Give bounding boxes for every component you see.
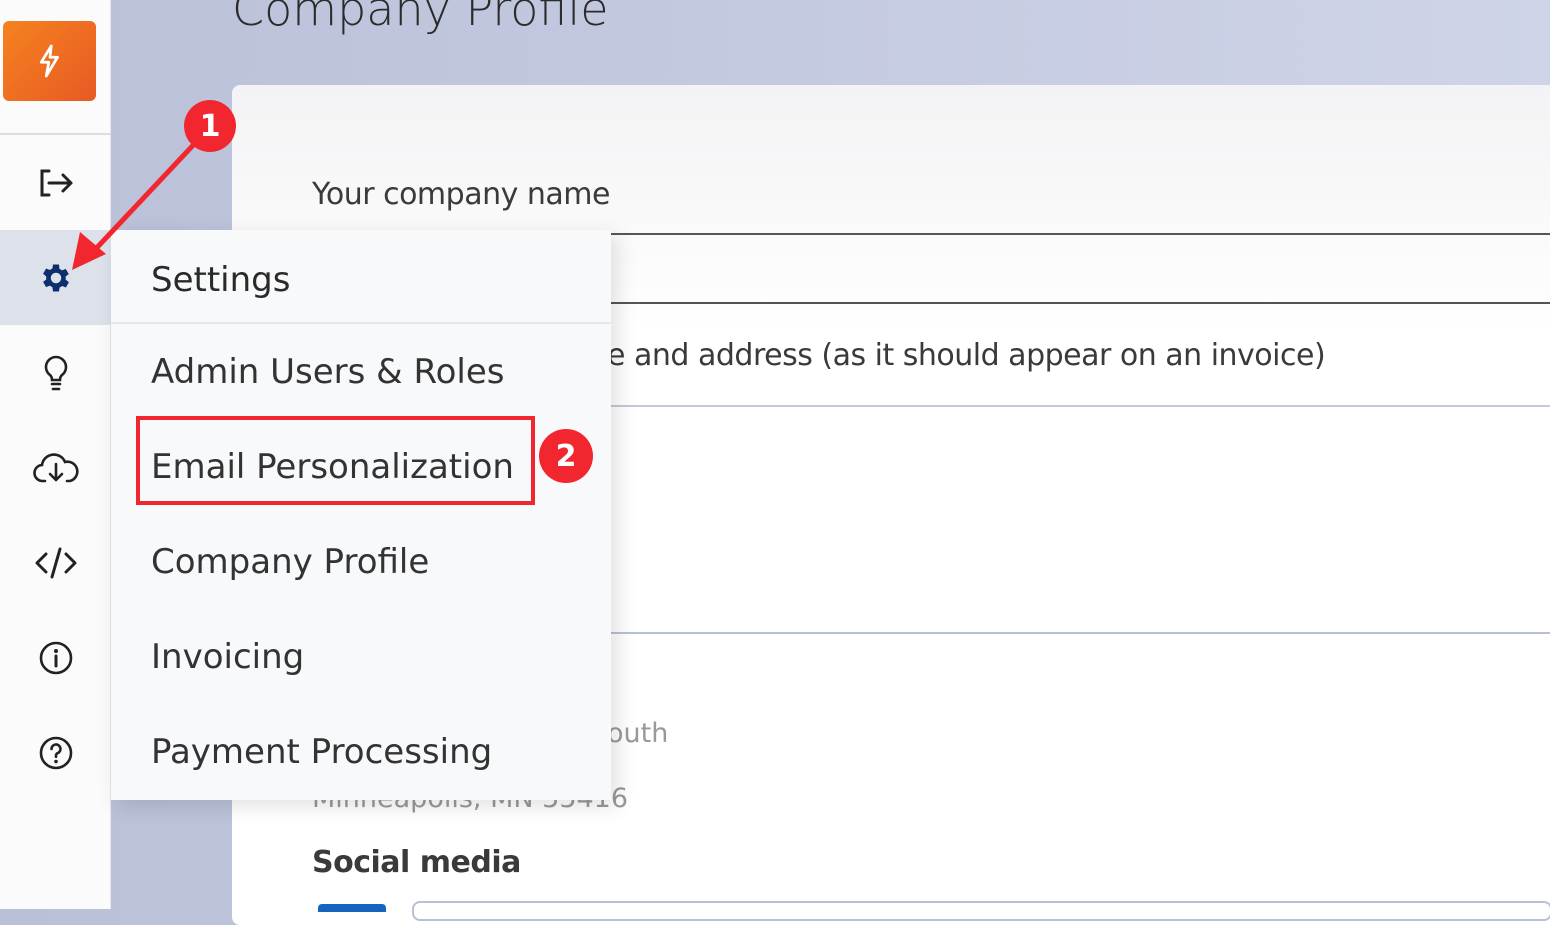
step-badge-1: 1 — [184, 100, 236, 152]
social-media-label: Social media — [312, 845, 521, 880]
social-media-input[interactable] — [412, 901, 1550, 921]
address-label: e and address (as it should appear on an… — [607, 338, 1326, 373]
highlight-box — [136, 416, 535, 505]
menu-item-company-profile[interactable]: Company Profile — [111, 514, 611, 609]
settings-menu: Settings Admin Users & Roles Email Perso… — [111, 230, 611, 800]
menu-item-invoicing[interactable]: Invoicing — [111, 609, 611, 704]
social-media-button[interactable] — [318, 904, 386, 912]
info-icon — [39, 641, 72, 674]
address-textarea[interactable] — [600, 632, 1550, 634]
info-button[interactable] — [0, 610, 111, 705]
annotation-arrow — [72, 138, 200, 270]
help-icon — [39, 736, 72, 769]
address-line: outh — [607, 718, 669, 749]
help-button[interactable] — [0, 705, 111, 800]
divider — [600, 302, 1550, 304]
developer-button[interactable] — [0, 515, 111, 610]
menu-item-payment-processing[interactable]: Payment Processing — [111, 704, 611, 799]
lightbulb-icon — [44, 355, 67, 390]
code-icon — [35, 547, 76, 578]
step-badge-2: 2 — [539, 429, 593, 483]
divider — [600, 405, 1550, 407]
company-name-label: Your company name — [312, 177, 610, 212]
menu-item-admin-users-roles[interactable]: Admin Users & Roles — [111, 324, 611, 419]
download-button[interactable] — [0, 420, 111, 515]
company-name-input[interactable] — [600, 233, 1550, 235]
cloud-download-icon — [32, 452, 79, 482]
ideas-button[interactable] — [0, 325, 111, 420]
